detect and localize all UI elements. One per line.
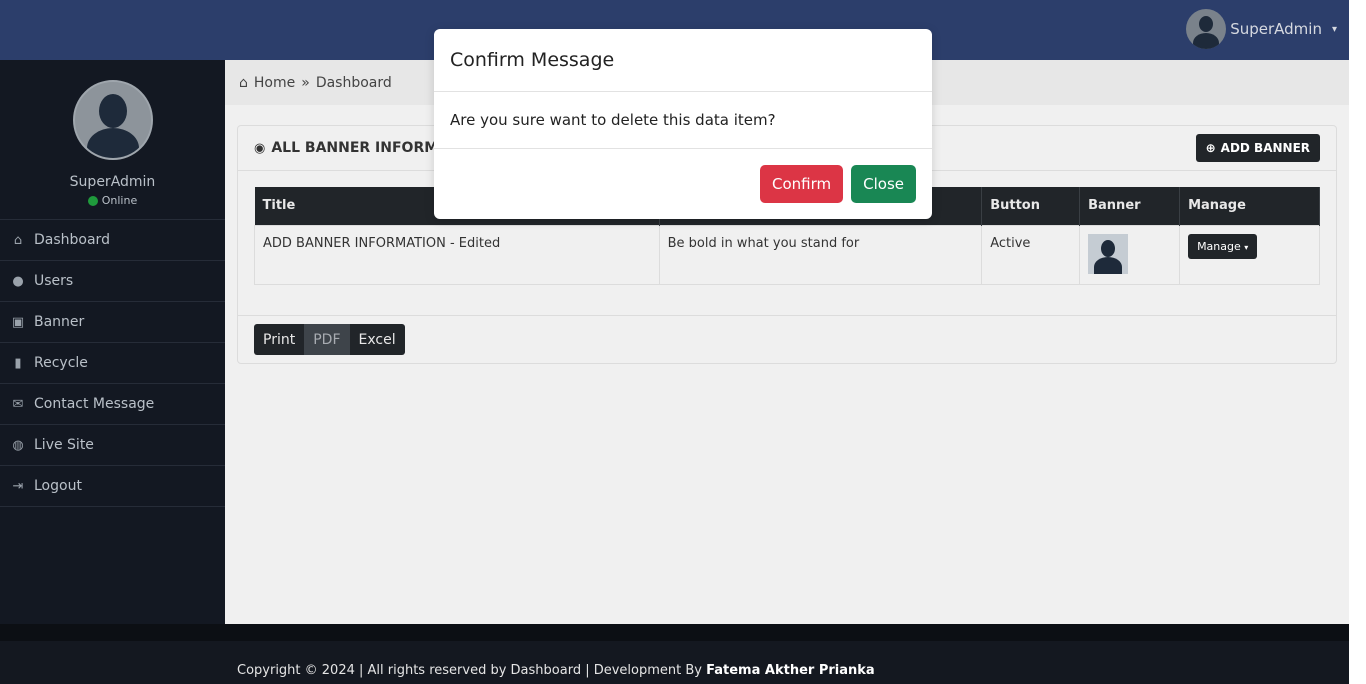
modal-message: Are you sure want to delete this data it… (450, 111, 776, 129)
confirm-modal: Confirm Message Are you sure want to del… (434, 29, 932, 219)
modal-title: Confirm Message (450, 49, 615, 71)
modal-backdrop: Confirm Message Are you sure want to del… (0, 0, 1366, 684)
modal-body: Are you sure want to delete this data it… (434, 92, 932, 149)
close-button[interactable]: Close (851, 165, 916, 203)
modal-header: Confirm Message (434, 29, 932, 92)
confirm-button[interactable]: Confirm (760, 165, 844, 203)
modal-footer: Confirm Close (434, 149, 932, 219)
